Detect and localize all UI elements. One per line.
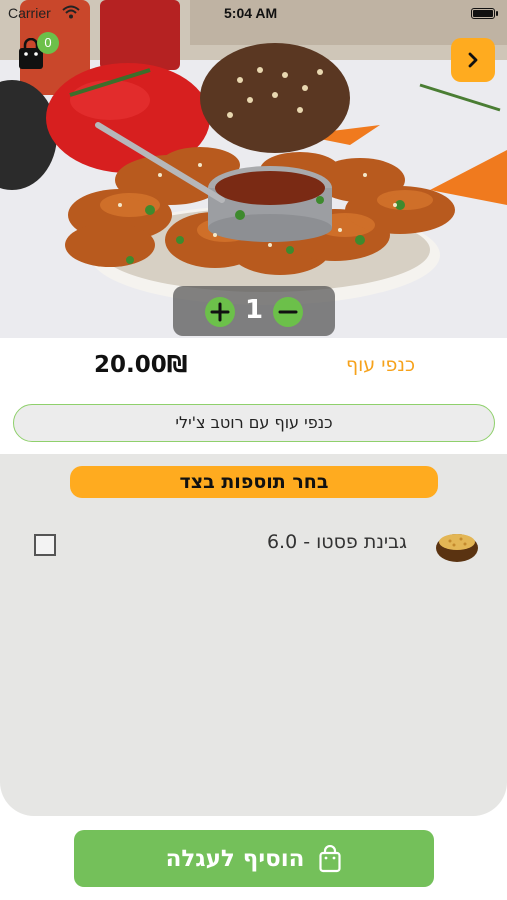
addons-title: בחר תוספות בצד	[70, 466, 438, 498]
increase-quantity-button[interactable]	[205, 297, 235, 327]
shopping-bag-icon	[319, 844, 342, 872]
quantity-stepper: 1	[173, 286, 335, 336]
pesto-cheese-bowl-image	[435, 526, 479, 564]
plus-icon	[210, 302, 230, 322]
addon-item[interactable]: גבינת פסטו - 6.0	[0, 526, 507, 570]
addon-checkbox[interactable]	[34, 534, 56, 556]
add-to-cart-button[interactable]: הוסיף לעגלה	[74, 830, 434, 887]
carrier-label: Carrier	[8, 5, 51, 21]
product-price: 20.00₪	[94, 352, 188, 378]
back-button[interactable]	[451, 38, 495, 82]
product-name: כנפי עוף	[345, 354, 415, 376]
addons-panel: בחר תוספות בצד גבינת פסטו - 6.0	[0, 454, 507, 816]
product-description: כנפי עוף עם רוטב צ'ילי	[13, 404, 495, 442]
status-bar: Carrier 5:04 AM	[0, 0, 507, 28]
add-to-cart-label: הוסיף לעגלה	[165, 845, 305, 872]
minus-icon	[278, 310, 298, 314]
cart-count-badge: 0	[37, 32, 59, 54]
quantity-value: 1	[244, 295, 264, 325]
status-time: 5:04 AM	[224, 5, 278, 21]
chevron-right-icon	[468, 52, 478, 68]
battery-icon	[471, 8, 498, 19]
wifi-icon	[62, 4, 80, 23]
addon-label: גבינת פסטו - 6.0	[266, 531, 407, 553]
decrease-quantity-button[interactable]	[273, 297, 303, 327]
